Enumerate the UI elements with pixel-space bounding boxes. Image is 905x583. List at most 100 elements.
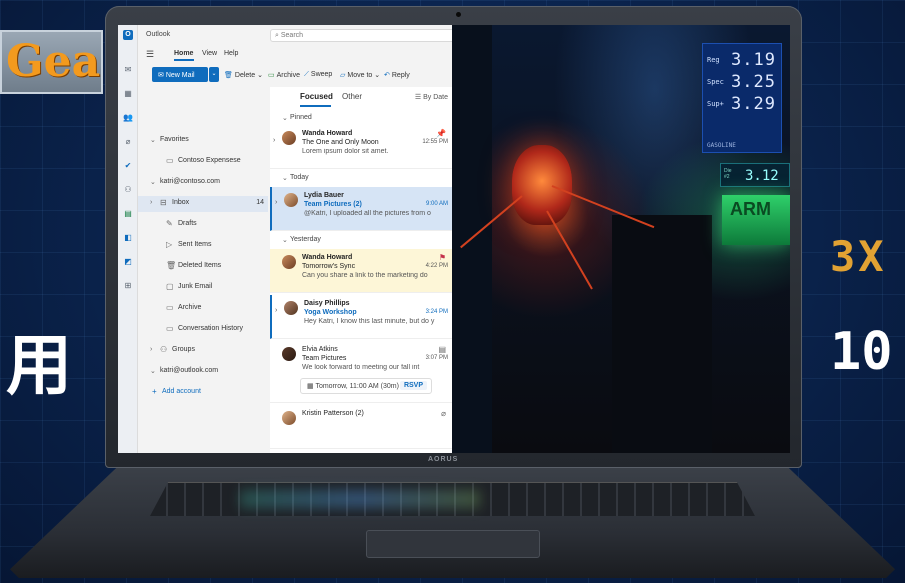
folder-label: Groups [172,346,195,353]
folder-conversation-history[interactable]: ▭ Conversation History [138,322,268,338]
diesel-value: 3.12 [745,168,779,184]
new-mail-button[interactable]: ✉ New Mail [152,67,208,82]
tab-focused[interactable]: Focused [300,92,333,101]
message-item[interactable]: Elvia Atkins Team Pictures We look forwa… [270,341,452,403]
move-to-button[interactable]: ▱ Move to ⌄ [340,71,380,79]
new-mail-icon: ✉ [158,72,166,79]
groups-icon[interactable]: ⚇ [123,185,133,195]
price-row: Spec 3.25 [707,72,783,92]
flag-icon[interactable]: ⚑ [439,253,446,262]
sort-label: By Date [423,94,448,101]
attach-icon[interactable]: ⌀ [123,137,133,147]
mail-icon[interactable]: ✉ [123,65,133,75]
message-preview: Can you share a link to the marketing do [302,272,428,279]
delete-icon: 🗑 [224,72,233,79]
message-sender: Daisy Phillips [304,300,350,307]
reply-button[interactable]: ↶ Reply [384,71,410,79]
todo-icon[interactable]: ✔ [123,161,133,171]
robot-creature [512,145,572,225]
chevron-down-icon: ⌄ [282,175,288,182]
event-chip[interactable]: ▦ Tomorrow, 11:00 AM (30m) RSVP [300,378,432,394]
new-mail-dropdown[interactable]: ⌄ [209,67,219,82]
excel-icon[interactable]: ▤ [123,209,133,219]
account-katri-contoso[interactable]: ⌄ katri@contoso.com [138,175,268,191]
chevron-right-icon: › [150,199,153,206]
message-subject: Team Pictures [302,355,347,362]
folder-favorites[interactable]: ⌄ Favorites [138,133,268,149]
chevron-down-icon: ⌄ [282,115,288,122]
folder-icon: ▭ [166,156,174,165]
message-item-flagged[interactable]: Wanda Howard Tomorrow's Sync Can you sha… [270,249,452,293]
hamburger-menu-icon[interactable]: ☰ [146,49,154,60]
message-list: Focused Other ☰ By Date ⌄ Pinned › Wanda … [270,87,452,453]
pin-icon[interactable]: 📌 [436,129,446,138]
sweep-icon: ⟋ [304,71,309,78]
message-preview: Lorem ipsum dolor sit amet. [302,148,389,155]
folder-sent[interactable]: ▷ Sent Items [138,238,268,254]
group-today[interactable]: ⌄ Today [270,171,452,185]
folder-inbox[interactable]: › ⊟ Inbox 14 [138,196,268,212]
message-subject: Yoga Workshop [304,309,357,316]
menu-help[interactable]: Help [224,50,238,57]
teams-icon[interactable]: ◧ [123,233,133,243]
title-bar: O Outlook ⌕ Search [118,25,460,45]
message-subject: The One and Only Moon [302,139,379,146]
message-preview: @Katri, I uploaded all the pictures from… [304,210,431,217]
group-pinned[interactable]: ⌄ Pinned [270,111,452,125]
message-time: 12:55 PM [422,139,448,145]
message-sender: Elvia Atkins [302,346,338,353]
avatar [284,193,298,207]
tab-other[interactable]: Other [342,92,362,101]
sign-caption: GASOLINE [707,142,736,149]
outlook-window: ✉ ▦ 👥 ⌀ ✔ ⚇ ▤ ◧ ◩ ⊞ O Outlook ⌕ Search ☰… [118,25,460,453]
price-value: 3.29 [731,94,776,114]
diesel-price-sign: Die #2 3.12 [720,163,790,187]
message-time: 9:00 AM [425,201,448,207]
message-item[interactable]: › Daisy Phillips Yoga Workshop Hey Katri… [270,295,452,339]
people-icon[interactable]: 👥 [123,113,133,123]
laptop-touchpad [366,530,540,558]
folder-label: Deleted Items [178,262,222,269]
app-rail: ✉ ▦ 👥 ⌀ ✔ ⚇ ▤ ◧ ◩ ⊞ [118,25,138,453]
filter-icon: ☰ [414,94,424,101]
tab-focused-underline [300,105,331,107]
chevron-down-icon: ⌄ [282,237,288,244]
price-label: Reg [707,56,720,64]
account-katri-outlook[interactable]: ⌄ katri@outlook.com [138,364,268,380]
inbox-tabs: Focused Other ☰ By Date [270,87,452,109]
calendar-icon[interactable]: ▦ [123,89,133,99]
avatar [282,255,296,269]
folder-deleted[interactable]: 🗑 Deleted Items [138,259,268,275]
sort-by-date[interactable]: ☰ By Date [415,93,448,101]
chevron-right-icon: › [275,199,278,206]
folder-contoso-expenses[interactable]: ▭ Contoso Expensese [138,154,268,170]
archive-label: Archive [276,72,300,79]
outlook-icon[interactable]: ◩ [123,257,133,267]
group-label: Today [290,174,309,181]
price-row: Reg 3.19 [707,50,783,70]
menu-home[interactable]: Home [174,50,193,57]
add-account-link[interactable]: + Add account [138,385,268,401]
folder-junk[interactable]: ▢ Junk Email [138,280,268,296]
message-item-selected[interactable]: › Lydia Bauer Team Pictures (2) @Katri, … [270,187,452,231]
sent-icon: ▷ [166,240,173,249]
apps-icon[interactable]: ⊞ [123,281,133,291]
folder-archive[interactable]: ▭ Archive [138,301,268,317]
price-label: Sup+ [707,100,724,108]
folder-drafts[interactable]: ✎ Drafts [138,217,268,233]
diesel-label: Die #2 [724,168,732,180]
message-item[interactable]: Kristin Patterson (2) ⌀ [270,405,452,449]
building-silhouette [612,215,712,453]
group-yesterday[interactable]: ⌄ Yesterday [270,233,452,247]
delete-button[interactable]: 🗑 Delete ⌄ [224,71,263,79]
menu-view[interactable]: View [202,50,217,57]
folder-groups[interactable]: › ⚇ Groups [138,343,268,359]
laptop-screen: ✉ ▦ 👥 ⌀ ✔ ⚇ ▤ ◧ ◩ ⊞ O Outlook ⌕ Search ☰… [118,25,790,453]
message-item[interactable]: › Wanda Howard The One and Only Moon Lor… [270,125,452,169]
rsvp-button[interactable]: RSVP [399,381,427,390]
sweep-button[interactable]: ⟋ Sweep [304,71,332,79]
folder-label: Sent Items [178,241,212,248]
search-input[interactable]: ⌕ Search [270,29,460,42]
archive-button[interactable]: ▭ Archive [268,71,300,79]
message-preview: We look forward to meeting our fall int [302,364,420,371]
